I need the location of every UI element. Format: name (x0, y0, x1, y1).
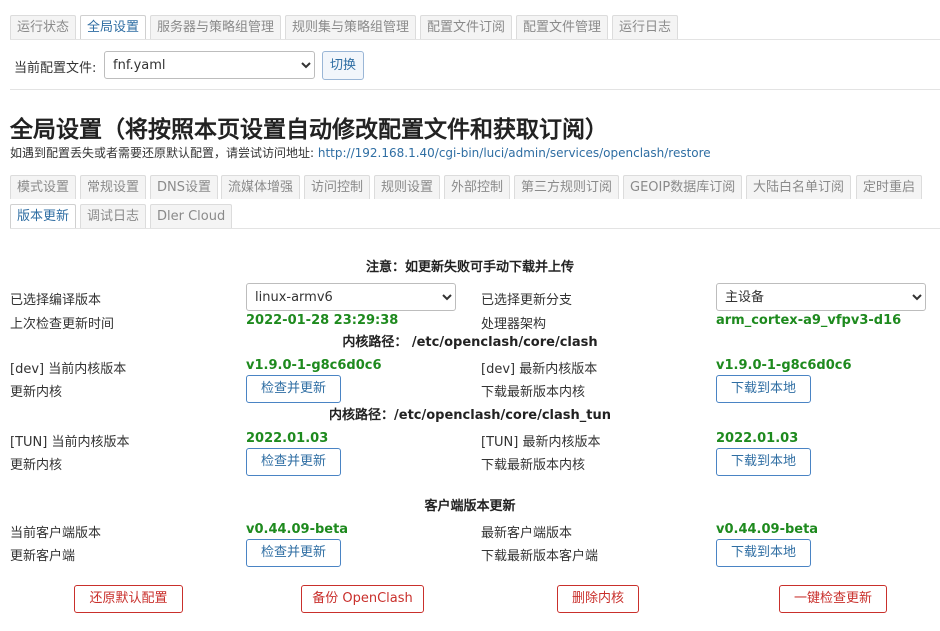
dev-latest-label: [dev] 最新内核版本 (481, 362, 598, 377)
download-client-label: 下载最新版本客户端 (481, 549, 599, 564)
subtab-dns[interactable]: DNS设置 (150, 175, 218, 199)
arch-value: arm_cortex-a9_vfpv3-d16 (716, 313, 902, 328)
tun-check-update-button[interactable]: 检查并更新 (246, 448, 341, 476)
page-title: 全局设置（将按照本页设置自动修改配置文件和获取订阅） (10, 117, 608, 143)
subtab-version-update[interactable]: 版本更新 (10, 204, 77, 228)
subtab-third-party-rules[interactable]: 第三方规则订阅 (514, 175, 620, 199)
tab-status[interactable]: 运行状态 (10, 15, 77, 39)
tab-config-manage[interactable]: 配置文件管理 (516, 15, 609, 39)
tab-divider (10, 39, 940, 40)
branch-label: 已选择更新分支 (481, 293, 573, 308)
one-click-check-update-button[interactable]: 一键检查更新 (779, 585, 887, 613)
subtab-divider (10, 228, 940, 229)
update-core-label: 更新内核 (10, 385, 63, 400)
subtab-geoip[interactable]: GEOIP数据库订阅 (623, 175, 743, 199)
subtab-streaming[interactable]: 流媒体增强 (221, 175, 301, 199)
client-update-heading: 客户端版本更新 (424, 499, 516, 514)
switch-button[interactable]: 切换 (322, 51, 364, 80)
dev-current-value: v1.9.0-1-g8c6d0c6 (246, 358, 382, 373)
tab-logs[interactable]: 运行日志 (612, 15, 679, 39)
client-check-update-button[interactable]: 检查并更新 (246, 539, 341, 567)
last-check-value: 2022-01-28 23:29:38 (246, 313, 399, 328)
restore-hint: 如遇到配置丢失或者需要还原默认配置，请尝试访问地址: http://192.16… (10, 144, 711, 161)
dev-check-update-button[interactable]: 检查并更新 (246, 375, 341, 403)
subtab-general[interactable]: 常规设置 (80, 175, 147, 199)
config-file-label: 当前配置文件: (14, 61, 97, 76)
delete-core-button[interactable]: 删除内核 (557, 585, 639, 613)
client-latest-label: 最新客户端版本 (481, 526, 573, 541)
download-tun-core-label: 下载最新版本内核 (481, 458, 586, 473)
dev-latest-value: v1.9.0-1-g8c6d0c6 (716, 358, 852, 373)
client-download-local-button[interactable]: 下载到本地 (716, 539, 811, 567)
tun-download-local-button[interactable]: 下载到本地 (716, 448, 811, 476)
backup-openclash-button[interactable]: 备份 OpenClash (301, 585, 424, 613)
update-client-label: 更新客户端 (10, 549, 76, 564)
update-notice: 注意：如更新失败可手动下载并上传 (365, 260, 574, 275)
tab-config-subscribe[interactable]: 配置文件订阅 (420, 15, 513, 39)
tun-path-heading: 内核路径：/etc/openclash/core/clash_tun (329, 408, 611, 423)
branch-select[interactable]: 主设备 (716, 283, 926, 311)
tab-rules[interactable]: 规则集与策略组管理 (285, 15, 417, 39)
subtab-scheduled-restart[interactable]: 定时重启 (856, 175, 923, 199)
subtab-access-control[interactable]: 访问控制 (304, 175, 371, 199)
dev-download-local-button[interactable]: 下载到本地 (716, 375, 811, 403)
tun-current-label: [TUN] 当前内核版本 (10, 435, 130, 450)
core-path-heading: 内核路径： /etc/openclash/core/clash (342, 335, 598, 350)
config-file-select[interactable]: fnf.yaml (104, 51, 315, 79)
subtab-china-whitelist[interactable]: 大陆白名单订阅 (746, 175, 852, 199)
restore-default-button[interactable]: 还原默认配置 (74, 585, 183, 613)
subtab-rules[interactable]: 规则设置 (374, 175, 441, 199)
restore-link[interactable]: http://192.168.1.40/cgi-bin/luci/admin/s… (318, 146, 711, 160)
download-core-label: 下载最新版本内核 (481, 385, 586, 400)
subtab-dler-cloud[interactable]: Dler Cloud (150, 204, 233, 228)
subtab-mode[interactable]: 模式设置 (10, 175, 77, 199)
client-current-label: 当前客户端版本 (10, 526, 102, 541)
subtab-debug-log[interactable]: 调试日志 (80, 204, 147, 228)
dev-current-label: [dev] 当前内核版本 (10, 362, 127, 377)
compile-version-label: 已选择编译版本 (10, 293, 102, 308)
last-check-label: 上次检查更新时间 (10, 317, 115, 332)
client-current-value: v0.44.09-beta (246, 522, 349, 537)
client-latest-value: v0.44.09-beta (716, 522, 819, 537)
arch-label: 处理器架构 (481, 317, 547, 332)
header-divider (10, 89, 940, 90)
restore-hint-text: 如遇到配置丢失或者需要还原默认配置，请尝试访问地址: (10, 146, 315, 160)
tun-latest-label: [TUN] 最新内核版本 (481, 435, 601, 450)
subtab-external-control[interactable]: 外部控制 (444, 175, 511, 199)
update-tun-core-label: 更新内核 (10, 458, 63, 473)
tun-current-value: 2022.01.03 (246, 431, 329, 446)
compile-version-select[interactable]: linux-armv6 (246, 283, 456, 311)
tab-servers[interactable]: 服务器与策略组管理 (150, 15, 282, 39)
tab-global-settings[interactable]: 全局设置 (80, 15, 147, 39)
tun-latest-value: 2022.01.03 (716, 431, 799, 446)
